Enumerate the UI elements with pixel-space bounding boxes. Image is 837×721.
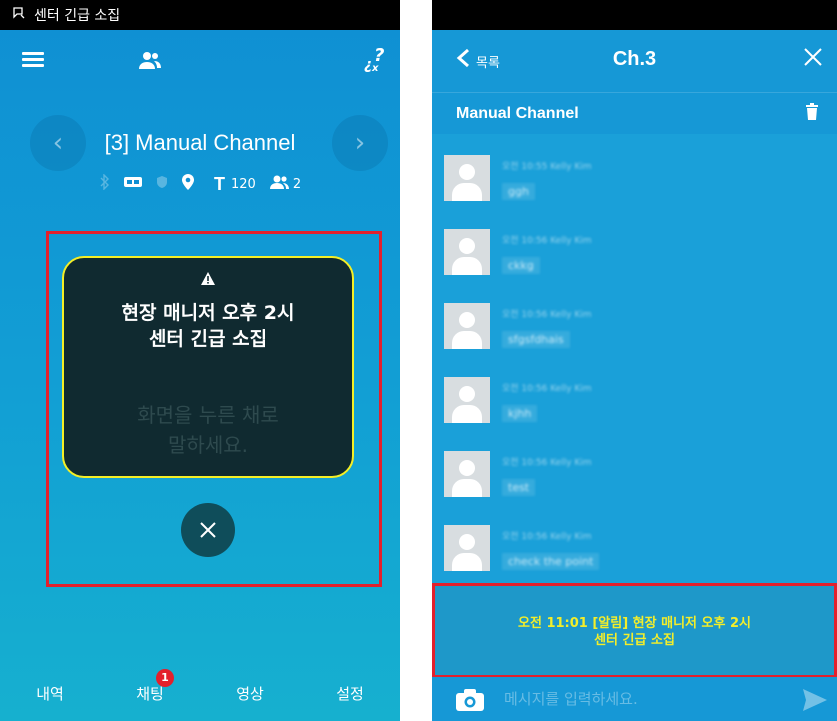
list-item: 오전 10:56 Kelly Kim kjhh [444,375,824,437]
list-item: 오전 10:56 Kelly Kim test [444,449,824,511]
avatar [444,525,490,571]
message-meta: 오전 10:56 Kelly Kim [502,384,592,394]
help-icon[interactable]: ¿? x [360,44,390,74]
highlight-box [432,583,837,678]
alert-message: 현장 매니저 오후 2시 센터 긴급 소집 [64,300,352,352]
message-meta: 오전 10:56 Kelly Kim [502,458,592,468]
push-to-talk-hint: 화면을 누른 채로 말하세요. [64,400,352,460]
list-item: 오전 10:56 Kelly Kim sfgsfdhais [444,301,824,363]
chat-title: Ch.3 [612,48,657,70]
avatar [444,303,490,349]
message-meta: 오전 10:56 Kelly Kim [502,532,592,542]
message-text: kjhh [502,405,538,422]
radio-icon [124,176,142,192]
status-notification-text: 센터 긴급 소집 [34,8,121,24]
status-bar: 센터 긴급 소집 [0,0,400,30]
nav-history[interactable]: 내역 [0,683,100,704]
left-screen: 센터 긴급 소집 ¿? x ‹ › [3] Manual Channel T 12… [0,0,400,721]
list-item: 오전 10:56 Kelly Kim ckkg [444,227,824,289]
nav-settings-label: 설정 [336,684,364,703]
hint-line1: 화면을 누른 채로 [137,403,279,427]
chat-unread-badge: 1 [156,668,174,687]
avatar [444,229,490,275]
right-screen: 목록 Ch.3 Manual Channel 오전 10:55 Kelly Ki… [432,0,837,721]
menu-icon[interactable] [22,50,46,70]
nav-chat[interactable]: 채팅 1 [100,668,200,704]
channel-title: [3] Manual Channel [104,130,296,155]
message-text: ggh [502,183,535,200]
bluetooth-icon [100,173,110,194]
members-icon [269,174,290,194]
close-alert-button[interactable] [181,503,235,557]
channel-name: Manual Channel [456,105,579,122]
message-text: test [502,479,536,496]
message-meta: 오전 10:56 Kelly Kim [502,236,592,246]
top-bar: ¿? x [0,30,400,90]
bottom-nav: 내역 채팅 1 영상 설정 [0,665,400,721]
alert-message-line2: 센터 긴급 소집 [148,328,268,350]
close-icon [200,522,216,538]
list-item: 오전 10:55 Kelly Kim ggh [444,153,824,215]
message-text: ckkg [502,257,540,274]
nav-chat-label: 채팅 [136,684,164,703]
location-icon [182,174,194,194]
shield-icon [156,175,168,193]
message-meta: 오전 10:55 Kelly Kim [502,162,592,172]
close-icon [804,48,822,66]
message-list[interactable]: 오전 10:55 Kelly Kim ggh 오전 10:56 Kelly Ki… [432,145,837,580]
status-bar [432,0,837,30]
avatar [444,155,490,201]
users-icon[interactable] [138,48,162,72]
camera-icon[interactable] [456,689,484,711]
alert-message-line1: 현장 매니저 오후 2시 [121,302,295,324]
avatar [444,377,490,423]
avatar [444,451,490,497]
member-count: 2 [292,176,302,192]
notification-icon [12,6,26,24]
close-chat-button[interactable] [803,44,823,74]
nav-video[interactable]: 영상 [200,683,300,704]
nav-history-label: 내역 [36,684,64,703]
send-icon[interactable] [803,689,827,711]
message-text: sfgsfdhais [502,331,570,348]
message-input[interactable] [504,686,784,712]
channel-info-row: T 120 2 [100,172,301,196]
message-text: check the point [502,553,600,570]
svg-text:¿: ¿ [364,57,372,73]
warning-icon [64,272,352,289]
message-meta: 오전 10:56 Kelly Kim [502,310,592,320]
trash-icon[interactable] [805,103,819,121]
text-icon: T [214,173,225,194]
channel-bar: Manual Channel [432,92,837,134]
nav-video-label: 영상 [236,684,264,703]
message-input-bar [432,677,837,721]
chat-header: 목록 Ch.3 [432,30,837,92]
nav-settings[interactable]: 설정 [300,683,400,704]
alert-card[interactable]: 현장 매니저 오후 2시 센터 긴급 소집 화면을 누른 채로 말하세요. [62,256,354,478]
text-count: 120 [231,176,256,192]
list-item: 오전 10:56 Kelly Kim check the point [444,523,824,580]
svg-text:x: x [371,63,379,73]
hint-line2: 말하세요. [168,433,248,457]
